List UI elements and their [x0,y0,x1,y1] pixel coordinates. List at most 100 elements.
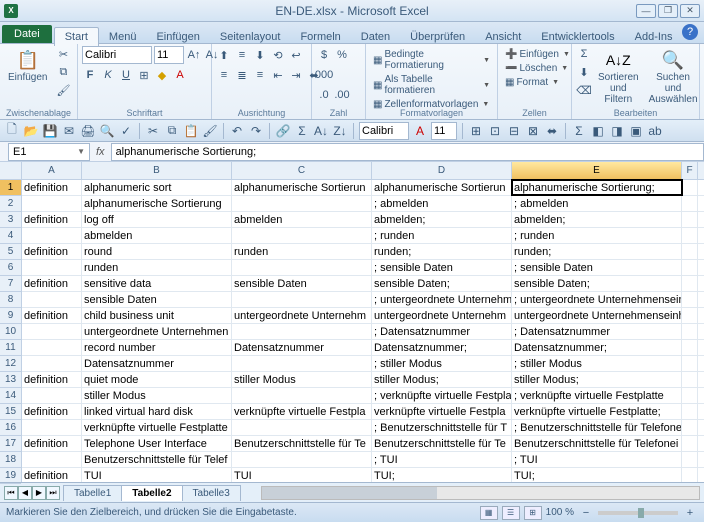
normal-view-button[interactable]: ▦ [480,506,498,520]
qat-misc1-icon[interactable]: ◧ [590,123,606,139]
cell-B16[interactable]: verknüpfte virtuelle Festplatte [82,420,232,435]
row-header-10[interactable]: 10 [0,324,21,340]
qat-borders4-icon[interactable]: ⊠ [525,123,541,139]
cell-A4[interactable] [22,228,82,243]
font-name-combo[interactable] [82,46,152,64]
qat-print-icon[interactable]: 🖨 [80,123,96,139]
cell-D13[interactable]: stiller Modus; [372,372,512,387]
sort-filter-button[interactable]: A↓Z Sortieren und Filtern [594,46,643,107]
cell-E4[interactable]: ; runden [512,228,682,243]
qat-new-icon[interactable]: 🗋 [4,123,20,139]
increase-decimal-icon[interactable]: .0 [316,87,332,103]
cell-D9[interactable]: untergeordnete Unternehm [372,308,512,323]
cell-C15[interactable]: verknüpfte virtuelle Festpla [232,404,372,419]
qat-misc2-icon[interactable]: ◨ [609,123,625,139]
cell-E12[interactable]: ; stiller Modus [512,356,682,371]
qat-sort-asc-icon[interactable]: A↓ [313,123,329,139]
cell-C10[interactable] [232,324,372,339]
decrease-decimal-icon[interactable]: .00 [334,87,350,103]
zoom-in-icon[interactable]: + [682,505,698,521]
page-break-button[interactable]: ⊞ [524,506,542,520]
qat-link-icon[interactable]: 🔗 [275,123,291,139]
cell-B6[interactable]: runden [82,260,232,275]
cut-icon[interactable]: ✂ [55,46,71,62]
paste-button[interactable]: 📋 Einfügen [4,46,51,85]
column-header-C[interactable]: C [232,162,372,179]
cell-A7[interactable]: definition [22,276,82,291]
qat-font-combo[interactable] [359,122,409,140]
row-header-11[interactable]: 11 [0,340,21,356]
cell-F4[interactable] [682,228,698,243]
align-center-icon[interactable]: ≣ [234,67,250,83]
cell-B11[interactable]: record number [82,340,232,355]
align-left-icon[interactable]: ≡ [216,67,232,83]
row-header-8[interactable]: 8 [0,292,21,308]
zoom-out-icon[interactable]: − [578,505,594,521]
cell-B2[interactable]: alphanumerische Sortierung [82,196,232,211]
cell-D17[interactable]: Benutzerschnittstelle für Te [372,436,512,451]
percent-icon[interactable]: % [334,47,350,63]
qat-preview-icon[interactable]: 🔍 [99,123,115,139]
format-as-table-button[interactable]: ▦Als Tabelle formatieren▼ [370,73,493,97]
font-size-combo[interactable] [154,46,184,64]
next-sheet-button[interactable]: ▶ [32,486,46,500]
row-header-3[interactable]: 3 [0,212,21,228]
cell-A3[interactable]: definition [22,212,82,227]
select-all-cell[interactable] [0,162,21,180]
cell-A15[interactable]: definition [22,404,82,419]
cell-A6[interactable] [22,260,82,275]
cell-D1[interactable]: alphanumerische Sortierun [372,180,512,195]
cell-E10[interactable]: ; Datensatznummer [512,324,682,339]
font-color-icon[interactable]: A [172,67,188,83]
cell-C2[interactable] [232,196,372,211]
cell-B7[interactable]: sensitive data [82,276,232,291]
help-icon[interactable]: ? [682,24,698,40]
cell-D7[interactable]: sensible Daten; [372,276,512,291]
conditional-formatting-button[interactable]: ▦Bedingte Formatierung▼ [370,48,493,72]
cell-B14[interactable]: stiller Modus [82,388,232,403]
qat-paste-icon[interactable]: 📋 [183,123,199,139]
cell-F3[interactable] [682,212,698,227]
underline-icon[interactable]: U [118,67,134,83]
cell-F16[interactable] [682,420,698,435]
qat-merge-icon[interactable]: ⬌ [544,123,560,139]
cell-C8[interactable] [232,292,372,307]
row-header-16[interactable]: 16 [0,420,21,436]
prev-sheet-button[interactable]: ◀ [18,486,32,500]
cell-A2[interactable] [22,196,82,211]
cell-C16[interactable] [232,420,372,435]
cell-D14[interactable]: ; verknüpfte virtuelle Festpla [372,388,512,403]
cell-C12[interactable] [232,356,372,371]
cell-A5[interactable]: definition [22,244,82,259]
border-icon[interactable]: ⊞ [136,67,152,83]
qat-spell-icon[interactable]: ✓ [118,123,134,139]
qat-redo-icon[interactable]: ↷ [248,123,264,139]
row-header-2[interactable]: 2 [0,196,21,212]
row-header-17[interactable]: 17 [0,436,21,452]
qat-save-icon[interactable]: 💾 [42,123,58,139]
restore-button[interactable]: ❐ [658,4,678,18]
cell-E6[interactable]: ; sensible Daten [512,260,682,275]
cell-F11[interactable] [682,340,698,355]
page-layout-button[interactable]: ☰ [502,506,520,520]
qat-font-color-icon[interactable]: A [412,123,428,139]
cell-C6[interactable] [232,260,372,275]
row-header-14[interactable]: 14 [0,388,21,404]
orientation-icon[interactable]: ⟲ [270,47,286,63]
cell-E14[interactable]: ; verknüpfte virtuelle Festplatte [512,388,682,403]
cell-D18[interactable]: ; TUI [372,452,512,467]
qat-borders2-icon[interactable]: ⊡ [487,123,503,139]
qat-open-icon[interactable]: 📂 [23,123,39,139]
cell-F10[interactable] [682,324,698,339]
cell-A1[interactable]: definition [22,180,82,195]
column-header-B[interactable]: B [82,162,232,179]
cell-A14[interactable] [22,388,82,403]
cell-E1[interactable]: alphanumerische Sortierung; [512,180,682,195]
row-header-19[interactable]: 19 [0,468,21,484]
align-top-icon[interactable]: ⬆ [216,47,232,63]
cell-A9[interactable]: definition [22,308,82,323]
cell-B4[interactable]: abmelden [82,228,232,243]
cell-A12[interactable] [22,356,82,371]
italic-icon[interactable]: K [100,67,116,83]
increase-font-icon[interactable]: A↑ [186,47,202,63]
